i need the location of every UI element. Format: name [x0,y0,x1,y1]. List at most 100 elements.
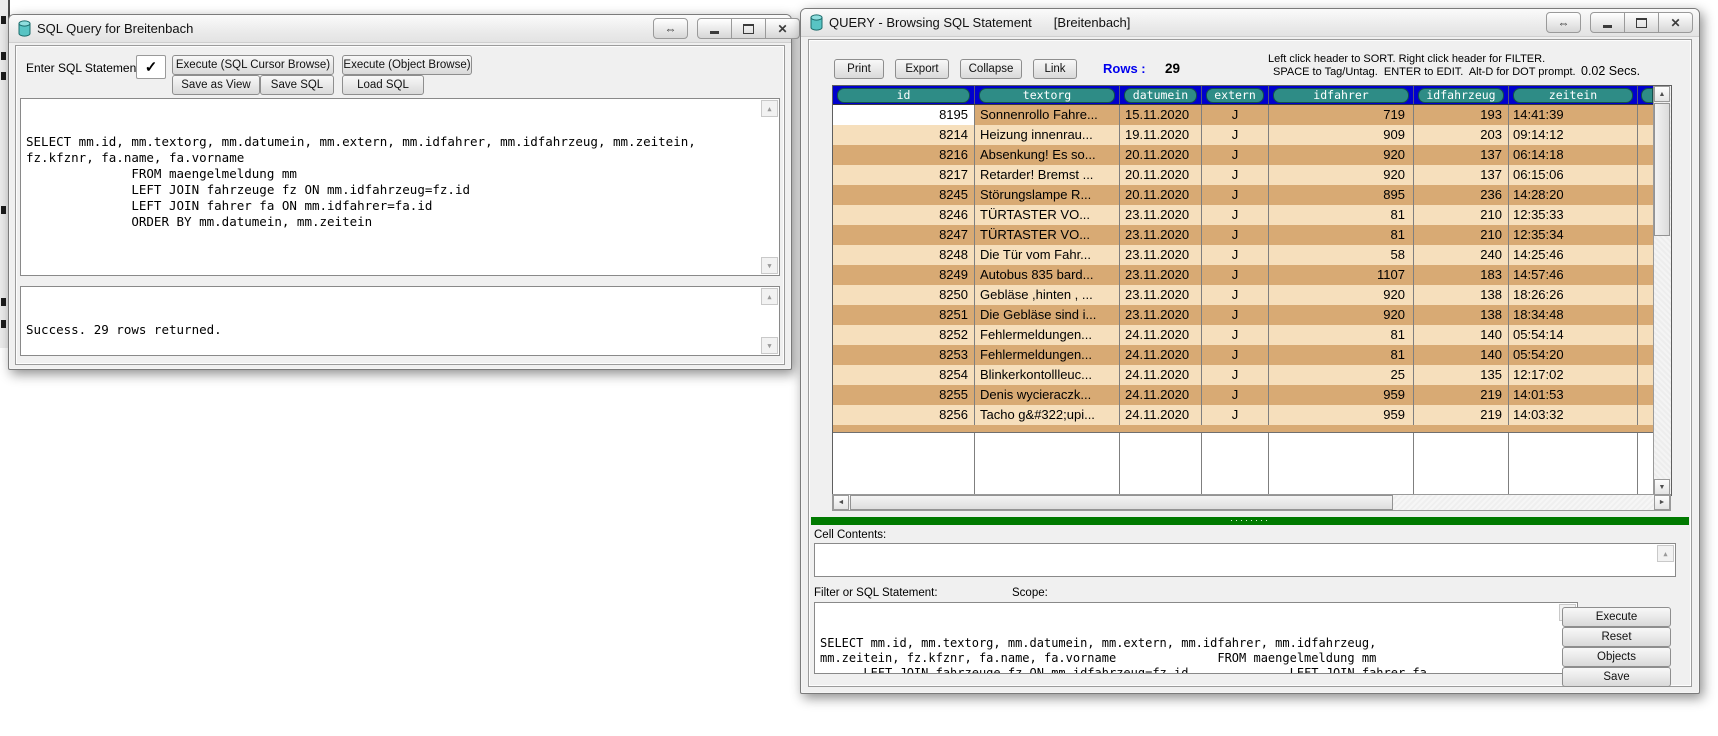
filter-sql-editor[interactable]: SELECT mm.id, mm.textorg, mm.datumein, m… [814,602,1578,674]
table-cell[interactable]: Absenkung! Es so... [975,145,1120,165]
table-cell[interactable]: 14:01:53 [1509,385,1638,405]
column-header-textorg[interactable]: textorg [975,86,1120,104]
close-button[interactable]: ✕ [1659,12,1693,33]
table-cell[interactable]: 12:35:34 [1509,225,1638,245]
table-cell[interactable]: J [1202,285,1269,305]
save-as-view-button[interactable]: Save as View [172,75,260,95]
table-cell[interactable]: 14:57:46 [1509,265,1638,285]
table-cell[interactable]: Denis wycieraczk... [975,385,1120,405]
table-cell[interactable]: 138 [1414,285,1509,305]
table-cell[interactable]: 8254 [833,365,975,385]
table-cell[interactable]: 920 [1269,165,1414,185]
table-cell[interactable]: Heizung innenrau... [975,125,1120,145]
table-cell[interactable]: 959 [1269,385,1414,405]
table-cell[interactable]: 137 [1414,145,1509,165]
save-button[interactable]: Save [1562,667,1671,687]
table-cell[interactable]: J [1202,365,1269,385]
table-cell[interactable]: 81 [1269,205,1414,225]
table-cell[interactable]: J [1202,305,1269,325]
scroll-up-icon[interactable]: ▲ [761,100,778,117]
table-cell[interactable]: 219 [1414,405,1509,425]
table-cell[interactable]: J [1202,225,1269,245]
grid-horizontal-scrollbar[interactable]: ◄ ► [832,494,1671,511]
scroll-up-icon[interactable]: ▲ [1654,86,1670,102]
minimize-button[interactable] [697,18,732,39]
table-cell[interactable]: 23.11.2020 [1120,285,1202,305]
table-cell[interactable]: 8216 [833,145,975,165]
table-cell[interactable]: 18:34:48 [1509,305,1638,325]
query-browse-window-titlebar[interactable]: QUERY - Browsing SQL Statement [Breitenb… [801,9,1699,37]
execute-object-browse-button[interactable]: Execute (Object Browse) [342,55,472,75]
table-cell[interactable]: 12:17:02 [1509,365,1638,385]
table-cell[interactable]: 24.11.2020 [1120,405,1202,425]
maximize-button[interactable] [1625,12,1659,33]
selected-cell[interactable]: 8195 [833,105,975,125]
scroll-down-icon[interactable]: ▼ [761,337,778,354]
column-header-id[interactable]: id [833,86,975,104]
table-cell[interactable]: 81 [1269,225,1414,245]
table-cell[interactable]: Tacho g&#322;upi... [975,405,1120,425]
horizontal-scroll-thumb[interactable] [850,495,1393,510]
table-cell[interactable]: 12:35:33 [1509,205,1638,225]
column-header-extern[interactable]: extern [1202,86,1269,104]
table-cell[interactable]: 8249 [833,265,975,285]
table-cell[interactable]: 920 [1269,285,1414,305]
syntax-check-button[interactable]: ✓ [136,55,166,79]
table-cell[interactable]: 137 [1414,165,1509,185]
minimize-button[interactable] [1590,12,1625,33]
table-cell[interactable]: J [1202,325,1269,345]
table-cell[interactable]: 81 [1269,325,1414,345]
table-cell[interactable]: 193 [1414,105,1509,125]
load-sql-button[interactable]: Load SQL [342,75,424,95]
table-cell[interactable]: 8246 [833,205,975,225]
table-cell[interactable]: Die Tür vom Fahr... [975,245,1120,265]
table-cell[interactable]: 140 [1414,345,1509,365]
scroll-down-icon[interactable]: ▼ [1654,479,1670,495]
link-button[interactable]: Link [1033,59,1077,79]
table-cell[interactable]: 138 [1414,305,1509,325]
column-header-idfahrzeug[interactable]: idfahrzeug [1414,86,1509,104]
table-cell[interactable]: J [1202,405,1269,425]
table-cell[interactable]: 920 [1269,145,1414,165]
scroll-up-icon[interactable]: ▲ [761,288,778,305]
column-header-zeitein[interactable]: zeitein [1509,86,1638,104]
table-cell[interactable]: 719 [1269,105,1414,125]
objects-button[interactable]: Objects [1562,647,1671,667]
table-cell[interactable]: 15.11.2020 [1120,105,1202,125]
table-cell[interactable]: Autobus 835 bard... [975,265,1120,285]
table-cell[interactable]: Gebläse ,hinten , ... [975,285,1120,305]
table-cell[interactable]: J [1202,385,1269,405]
save-sql-button[interactable]: Save SQL [260,75,334,95]
table-cell[interactable]: 23.11.2020 [1120,245,1202,265]
progress-grip-dots[interactable]: ········ [1230,518,1270,522]
table-cell[interactable]: Die Gebläse sind i... [975,305,1120,325]
table-cell[interactable]: Störungslampe R... [975,185,1120,205]
table-cell[interactable]: 14:03:32 [1509,405,1638,425]
table-cell[interactable]: 20.11.2020 [1120,185,1202,205]
table-cell[interactable]: 140 [1414,325,1509,345]
table-cell[interactable]: Fehlermeldungen... [975,325,1120,345]
table-cell[interactable]: TÜRTASTER VO... [975,225,1120,245]
scroll-right-icon[interactable]: ► [1654,495,1670,510]
execute-button[interactable]: Execute [1562,607,1671,627]
sql-statement-editor[interactable]: SELECT mm.id, mm.textorg, mm.datumein, m… [20,98,780,276]
table-cell[interactable]: 8250 [833,285,975,305]
maximize-button[interactable] [732,18,766,39]
table-cell[interactable]: Fehlermeldungen... [975,345,1120,365]
column-header-idfahrer[interactable]: idfahrer [1269,86,1414,104]
table-cell[interactable]: 240 [1414,245,1509,265]
scroll-up-icon[interactable]: ▲ [1657,545,1674,562]
table-cell[interactable]: J [1202,185,1269,205]
table-cell[interactable]: Retarder! Bremst ... [975,165,1120,185]
table-cell[interactable]: 8256 [833,405,975,425]
table-cell[interactable]: J [1202,105,1269,125]
table-cell[interactable]: 8255 [833,385,975,405]
table-cell[interactable]: 219 [1414,385,1509,405]
table-cell[interactable]: 959 [1269,405,1414,425]
table-cell[interactable]: 19.11.2020 [1120,125,1202,145]
table-cell[interactable]: TÜRTASTER VO... [975,205,1120,225]
table-cell[interactable]: 210 [1414,225,1509,245]
table-cell[interactable]: 58 [1269,245,1414,265]
table-cell[interactable]: 09:14:12 [1509,125,1638,145]
table-cell[interactable]: Sonnenrollo Fahre... [975,105,1120,125]
